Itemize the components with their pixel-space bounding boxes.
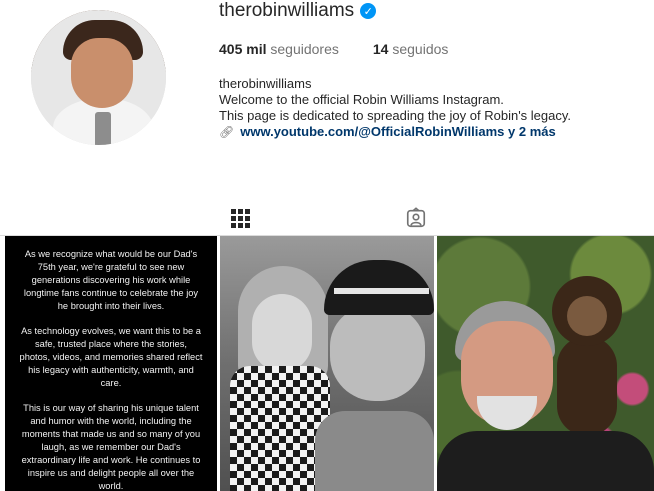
post-thumbnail[interactable]: As we recognize what would be our Dad's … [5, 236, 217, 491]
link-icon: 🔗︎ [219, 125, 235, 139]
profile-tabs [0, 200, 654, 236]
post-paragraph: As we recognize what would be our Dad's … [23, 249, 199, 311]
bio-line-2: This page is dedicated to spreading the … [219, 108, 572, 123]
avatar-tie [95, 112, 111, 145]
child-face [252, 294, 312, 372]
tagged-person-icon [406, 207, 426, 228]
man-shirt [437, 431, 654, 491]
tab-posts[interactable] [210, 204, 270, 236]
verified-badge-icon: ✓ [360, 3, 377, 19]
profile-avatar[interactable] [31, 10, 166, 145]
following-label: seguidos [392, 41, 449, 57]
followers-count: 405 mil [219, 41, 267, 57]
post-paragraph: This is our way of sharing his unique ta… [21, 403, 201, 491]
grid-icon [230, 208, 250, 228]
post-thumbnail[interactable] [220, 236, 434, 491]
profile-header: therobinwilliams ✓ [219, 0, 377, 22]
tab-tagged[interactable] [386, 204, 446, 232]
bio-link[interactable]: 🔗︎ www.youtube.com/@OfficialRobinWilliam… [219, 124, 571, 140]
following-stat[interactable]: 14 seguidos [373, 41, 449, 57]
profile-bio: therobinwilliams Welcome to the official… [219, 76, 571, 140]
bio-line-1: Welcome to the official Robin Williams I… [219, 92, 504, 107]
profile-stats: 405 mil seguidores 14 seguidos [219, 41, 448, 57]
man-face [330, 306, 425, 401]
following-count: 14 [372, 41, 389, 57]
avatar-face [71, 38, 133, 108]
post-paragraph: As technology evolves, we want this to b… [19, 326, 203, 388]
post-thumbnail[interactable] [437, 236, 654, 491]
monkey-body [557, 336, 617, 436]
followers-label: seguidores [270, 41, 339, 57]
username: therobinwilliams [219, 0, 355, 21]
followers-stat[interactable]: 405 mil seguidores [219, 41, 339, 57]
post-text: As we recognize what would be our Dad's … [5, 248, 217, 491]
bio-name: therobinwilliams [219, 76, 312, 91]
monkey-face [567, 296, 607, 336]
bio-link-text[interactable]: www.youtube.com/@OfficialRobinWilliams y… [240, 124, 555, 140]
man-shirt [315, 411, 434, 491]
